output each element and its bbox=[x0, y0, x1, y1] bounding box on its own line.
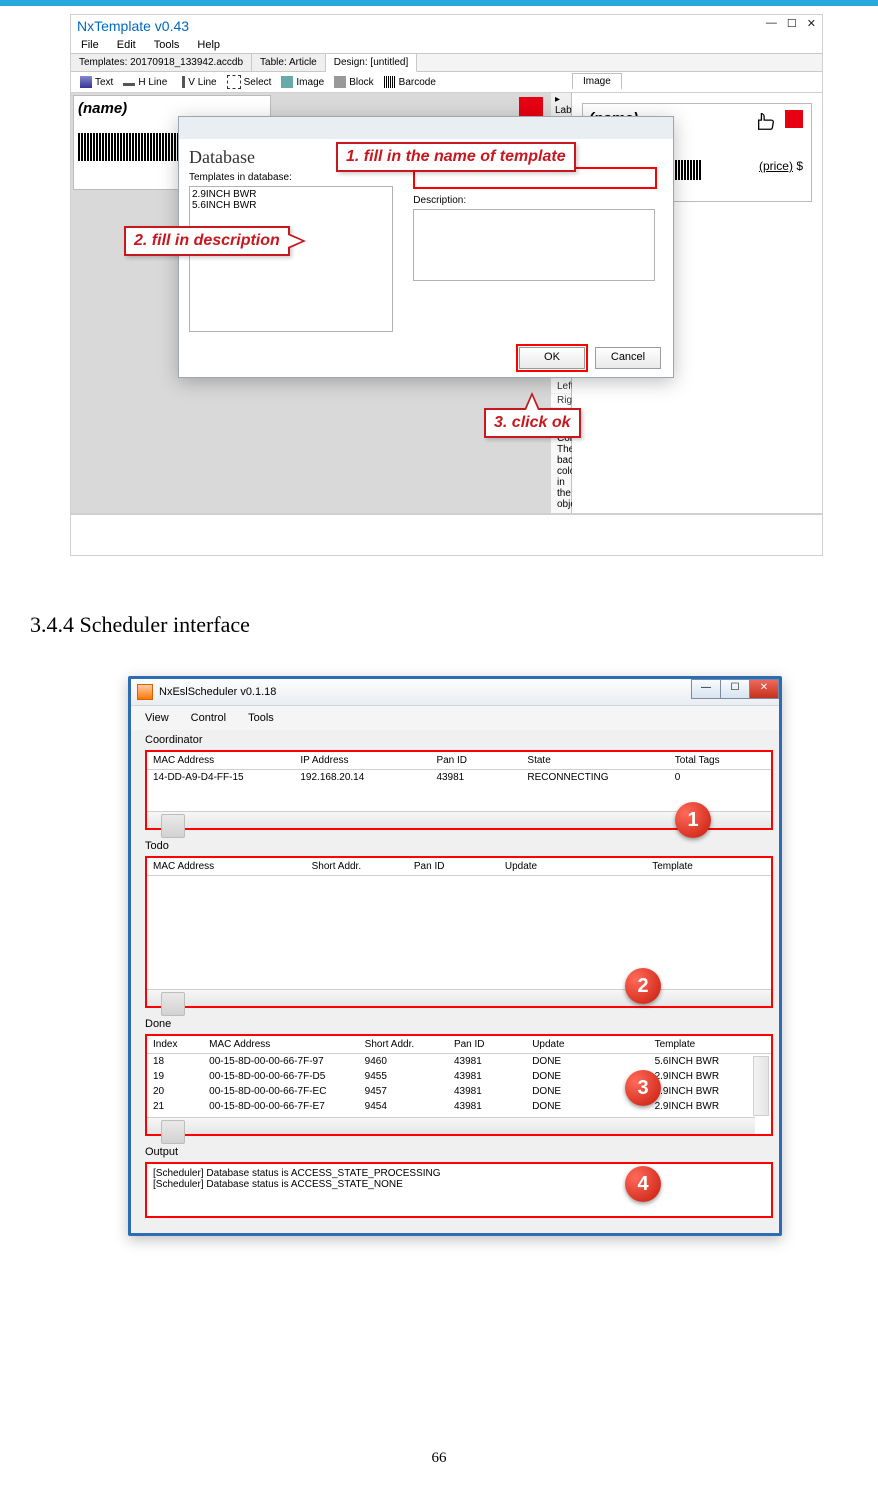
scheduler-title: NxEslScheduler v0.1.18 bbox=[159, 686, 276, 698]
red-block[interactable] bbox=[519, 97, 543, 117]
dialog-sub: Templates in database: bbox=[189, 172, 393, 183]
tab-design[interactable]: Design: [untitled] bbox=[326, 54, 418, 72]
description-input[interactable] bbox=[413, 209, 655, 281]
coordinator-label: Coordinator bbox=[145, 734, 773, 746]
nxtemplate-footer bbox=[71, 514, 822, 555]
toolbar-barcode[interactable]: Barcode bbox=[381, 75, 439, 89]
minimize-icon[interactable]: — bbox=[766, 17, 777, 30]
menu-tools[interactable]: Tools bbox=[154, 39, 180, 51]
callout-3: 3. click ok bbox=[484, 408, 581, 438]
output-group: Output [Scheduler] Database status is AC… bbox=[145, 1146, 773, 1218]
h-scrollbar[interactable] bbox=[147, 1117, 755, 1134]
output-label: Output bbox=[145, 1146, 773, 1158]
h-scrollbar[interactable] bbox=[147, 989, 771, 1006]
close-button[interactable]: ✕ bbox=[749, 679, 779, 699]
menu-control[interactable]: Control bbox=[191, 712, 226, 724]
table-row[interactable]: 14-DD-A9-D4-FF-15 192.168.20.14 43981 RE… bbox=[147, 770, 771, 785]
todo-label: Todo bbox=[145, 840, 773, 852]
menu-tools[interactable]: Tools bbox=[248, 712, 274, 724]
doc-top-accent bbox=[0, 0, 878, 6]
coordinator-grid[interactable]: MAC Address IP Address Pan ID State Tota… bbox=[145, 750, 773, 830]
section-heading: 3.4.4 Scheduler interface bbox=[30, 612, 250, 638]
close-icon[interactable]: ✕ bbox=[807, 17, 816, 30]
table-row[interactable]: 20 00-15-8D-00-00-66-7F-EC 9457 43981 DO… bbox=[147, 1084, 771, 1099]
table-row[interactable]: 21 00-15-8D-00-00-66-7F-E7 9454 43981 DO… bbox=[147, 1099, 771, 1114]
table-row[interactable]: 18 00-15-8D-00-00-66-7F-97 9460 43981 DO… bbox=[147, 1054, 771, 1069]
menu-file[interactable]: File bbox=[81, 39, 99, 51]
barcode-icon bbox=[384, 76, 396, 88]
props-row-left[interactable]: Left259 bbox=[551, 380, 571, 394]
preview-price: (price) $ bbox=[759, 159, 803, 173]
toolbar-image[interactable]: Image bbox=[278, 75, 327, 89]
image-icon bbox=[281, 76, 293, 88]
scheduler-titlebar: NxEslScheduler v0.1.18 — ☐ ✕ bbox=[131, 679, 779, 706]
minimize-button[interactable]: — bbox=[691, 679, 721, 699]
coordinator-group: Coordinator MAC Address IP Address Pan I… bbox=[145, 734, 773, 830]
block-icon bbox=[334, 76, 346, 88]
output-line: [Scheduler] Database status is ACCESS_ST… bbox=[153, 1179, 765, 1190]
list-item[interactable]: 2.9INCH BWR bbox=[192, 189, 390, 200]
badge-3: 3 bbox=[625, 1070, 661, 1106]
nxtemplate-toolbar: Text H Line V Line Select Image Block Ba… bbox=[71, 72, 822, 93]
nxtemplate-menu: File Edit Tools Help bbox=[71, 37, 822, 53]
done-label: Done bbox=[145, 1018, 773, 1030]
dialog-titlebar[interactable] bbox=[179, 117, 673, 139]
ok-button[interactable]: OK bbox=[519, 347, 585, 369]
todo-grid[interactable]: MAC Address Short Addr. Pan ID Update Te… bbox=[145, 856, 773, 1008]
text-icon bbox=[80, 76, 92, 88]
cancel-button[interactable]: Cancel bbox=[595, 347, 661, 369]
callout-2: 2. fill in description bbox=[124, 226, 290, 256]
done-group: Done Index MAC Address Short Addr. Pan I… bbox=[145, 1018, 773, 1136]
output-line: [Scheduler] Database status is ACCESS_ST… bbox=[153, 1168, 765, 1179]
todo-group: Todo MAC Address Short Addr. Pan ID Upda… bbox=[145, 840, 773, 1008]
badge-2: 2 bbox=[625, 968, 661, 1004]
menu-help[interactable]: Help bbox=[197, 39, 220, 51]
app-icon bbox=[137, 684, 153, 700]
toolbar-select[interactable]: Select bbox=[224, 74, 275, 90]
scheduler-menu: View Control Tools bbox=[131, 706, 779, 730]
toolbar-block[interactable]: Block bbox=[331, 75, 376, 89]
menu-edit[interactable]: Edit bbox=[117, 39, 136, 51]
preview-tab[interactable]: Image bbox=[572, 73, 622, 89]
maximize-icon[interactable]: ☐ bbox=[787, 17, 797, 30]
output-box[interactable]: [Scheduler] Database status is ACCESS_ST… bbox=[145, 1162, 773, 1218]
badge-4: 4 bbox=[625, 1166, 661, 1202]
menu-view[interactable]: View bbox=[145, 712, 169, 724]
design-name-label: (name) bbox=[78, 100, 266, 117]
props-row-right[interactable]: Right bbox=[551, 394, 571, 408]
vline-icon bbox=[182, 76, 185, 88]
templates-list[interactable]: 2.9INCH BWR 5.6INCH BWR bbox=[189, 186, 393, 332]
tab-templates[interactable]: Templates: 20170918_133942.accdb bbox=[71, 54, 252, 71]
tab-table[interactable]: Table: Article bbox=[252, 54, 326, 71]
nxtemplate-titlebar: NxTemplate v0.43 — ☐ ✕ bbox=[71, 15, 822, 37]
todo-header: MAC Address Short Addr. Pan ID Update Te… bbox=[147, 858, 771, 876]
maximize-button[interactable]: ☐ bbox=[720, 679, 750, 699]
toolbar-vline[interactable]: V Line bbox=[174, 75, 219, 89]
done-grid[interactable]: Index MAC Address Short Addr. Pan ID Upd… bbox=[145, 1034, 773, 1136]
table-row[interactable]: 19 00-15-8D-00-00-66-7F-D5 9455 43981 DO… bbox=[147, 1069, 771, 1084]
toolbar-text[interactable]: Text bbox=[77, 75, 116, 89]
scheduler-window: NxEslScheduler v0.1.18 — ☐ ✕ View Contro… bbox=[128, 676, 782, 1236]
badge-1: 1 bbox=[675, 802, 711, 838]
page-number: 66 bbox=[0, 1450, 878, 1467]
thumb-icon bbox=[755, 110, 777, 135]
hline-icon bbox=[123, 83, 135, 86]
nxtemplate-title: NxTemplate v0.43 bbox=[77, 18, 189, 34]
callout-1: 1. fill in the name of template bbox=[336, 142, 576, 172]
preview-red-block bbox=[785, 110, 803, 128]
description-label: Description: bbox=[413, 195, 663, 206]
coordinator-header: MAC Address IP Address Pan ID State Tota… bbox=[147, 752, 771, 770]
done-header: Index MAC Address Short Addr. Pan ID Upd… bbox=[147, 1036, 771, 1054]
nxtemplate-tabs: Templates: 20170918_133942.accdb Table: … bbox=[71, 53, 822, 72]
list-item[interactable]: 5.6INCH BWR bbox=[192, 200, 390, 211]
select-icon bbox=[227, 75, 241, 89]
toolbar-hline[interactable]: H Line bbox=[120, 76, 170, 89]
v-scrollbar[interactable] bbox=[753, 1056, 769, 1116]
